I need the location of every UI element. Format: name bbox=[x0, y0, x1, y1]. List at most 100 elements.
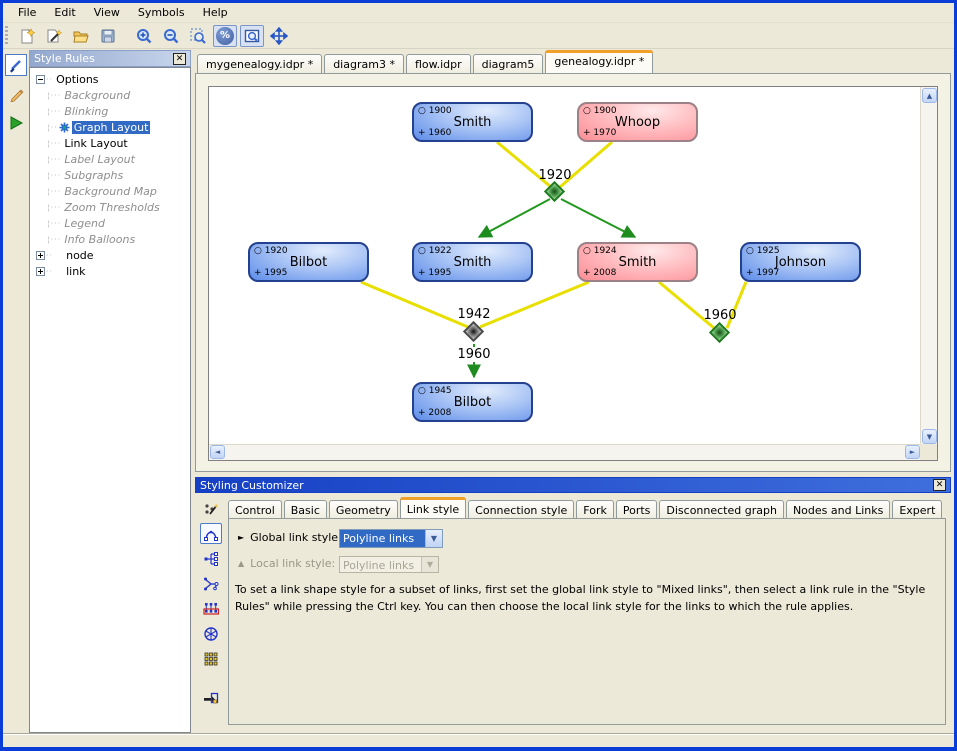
grid-layout-icon bbox=[203, 651, 219, 667]
style-mode-button[interactable] bbox=[5, 54, 27, 76]
person-node[interactable]: ○ 1920 Bilbot + 1995 bbox=[248, 242, 369, 282]
person-node[interactable]: ○ 1922 Smith + 1995 bbox=[412, 242, 533, 282]
style-rules-close-button[interactable]: ✕ bbox=[173, 53, 186, 65]
menu-edit[interactable]: Edit bbox=[45, 3, 84, 22]
person-node[interactable]: ○ 1924 Smith + 2008 bbox=[577, 242, 698, 282]
tree-label: Label Layout bbox=[62, 153, 137, 166]
tree-item-zoom-thresholds[interactable]: ¦···Zoom Thresholds bbox=[46, 199, 190, 215]
tab-flow[interactable]: flow.idpr bbox=[406, 54, 471, 73]
tree-item-label-layout[interactable]: ¦···Label Layout bbox=[46, 151, 190, 167]
scroll-down-button[interactable]: ▼ bbox=[922, 429, 937, 444]
tab-ports[interactable]: Ports bbox=[616, 500, 658, 518]
tab-diagram3[interactable]: diagram3 * bbox=[324, 54, 404, 73]
tab-connection-style[interactable]: Connection style bbox=[468, 500, 574, 518]
tree-item-node[interactable]: ··node bbox=[30, 247, 190, 263]
menu-symbols[interactable]: Symbols bbox=[129, 3, 194, 22]
menu-view[interactable]: View bbox=[85, 3, 129, 22]
application-window: File Edit View Symbols Help % bbox=[0, 0, 957, 751]
zoom-in-button[interactable] bbox=[132, 25, 156, 47]
zoom-area-button[interactable] bbox=[186, 25, 210, 47]
tab-link-style-active[interactable]: Link style bbox=[400, 497, 466, 518]
tree-item-background[interactable]: ¦···Background bbox=[46, 87, 190, 103]
circular-layout-button[interactable] bbox=[200, 623, 222, 644]
tab-expert[interactable]: Expert bbox=[892, 500, 942, 518]
expand-expander-icon[interactable] bbox=[36, 267, 45, 276]
tab-control[interactable]: Control bbox=[228, 500, 282, 518]
local-link-style-select: Polyline links ▼ bbox=[339, 556, 439, 573]
open-button[interactable] bbox=[69, 25, 93, 47]
branch-layout-button[interactable] bbox=[200, 573, 222, 594]
local-link-style-value: Polyline links bbox=[340, 557, 421, 572]
zoom-percent-button[interactable]: % bbox=[213, 25, 237, 47]
scroll-up-button[interactable]: ▲ bbox=[922, 88, 937, 103]
gear-icon bbox=[59, 122, 70, 133]
save-button[interactable] bbox=[96, 25, 120, 47]
tree-item-options[interactable]: ·· Options bbox=[30, 71, 190, 87]
birth-icon: ○ bbox=[418, 106, 426, 116]
bus-layout-button[interactable] bbox=[200, 598, 222, 619]
new-wizard-button[interactable] bbox=[42, 25, 66, 47]
customizer-close-button[interactable]: ✕ bbox=[933, 479, 946, 491]
person-node[interactable]: ○ 1945 Bilbot + 2008 bbox=[412, 382, 533, 422]
tab-nodes-and-links[interactable]: Nodes and Links bbox=[786, 500, 890, 518]
arc-layout-button[interactable] bbox=[200, 523, 222, 544]
menu-help[interactable]: Help bbox=[194, 3, 237, 22]
local-link-style-label: Local link style: bbox=[250, 557, 335, 570]
expand-expander-icon[interactable] bbox=[36, 251, 45, 260]
birth-icon: ○ bbox=[583, 106, 591, 116]
collapse-expander-icon[interactable] bbox=[36, 75, 45, 84]
death-icon: + bbox=[418, 128, 426, 138]
person-node[interactable]: ○ 1925 Johnson + 1997 bbox=[740, 242, 861, 282]
tree-item-info-balloons[interactable]: ¦···Info Balloons bbox=[46, 231, 190, 247]
global-link-style-select[interactable]: Polyline links ▼ bbox=[339, 529, 443, 548]
scroll-right-button[interactable]: ► bbox=[905, 445, 920, 459]
new-document-icon bbox=[18, 27, 36, 45]
link-style-help-text: To set a link shape style for a subset o… bbox=[235, 581, 941, 615]
pan-button[interactable] bbox=[267, 25, 291, 47]
tree-item-background-map[interactable]: ¦···Background Map bbox=[46, 183, 190, 199]
run-button[interactable] bbox=[5, 112, 27, 134]
drop-node-icon bbox=[203, 690, 219, 706]
birth-icon: ○ bbox=[418, 386, 426, 396]
tab-mygenealogy[interactable]: mygenealogy.idpr * bbox=[197, 54, 322, 73]
drop-node-button[interactable] bbox=[200, 687, 222, 708]
scroll-left-button[interactable]: ◄ bbox=[210, 445, 225, 459]
grid-layout-button[interactable] bbox=[200, 648, 222, 669]
tree-item-blinking[interactable]: ¦···Blinking bbox=[46, 103, 190, 119]
tab-genealogy-active[interactable]: genealogy.idpr * bbox=[545, 50, 653, 73]
menu-file[interactable]: File bbox=[9, 3, 45, 22]
vertical-scrollbar[interactable]: ▲ ▼ bbox=[920, 87, 937, 445]
tree-item-link-layout[interactable]: ¦···Link Layout bbox=[46, 135, 190, 151]
death-icon: + bbox=[418, 268, 426, 278]
tab-geometry[interactable]: Geometry bbox=[329, 500, 398, 518]
diagram-canvas[interactable]: ○ 1900 Smith + 1960 ○ 1900 Whoop + 1970 … bbox=[208, 86, 938, 461]
close-icon: ✕ bbox=[936, 480, 944, 490]
tree-item-link[interactable]: ··link bbox=[30, 263, 190, 279]
person-node[interactable]: ○ 1900 Whoop + 1970 bbox=[577, 102, 698, 142]
tab-disconnected-graph[interactable]: Disconnected graph bbox=[659, 500, 784, 518]
tab-diagram5[interactable]: diagram5 bbox=[473, 54, 544, 73]
birth-year: 1924 bbox=[594, 246, 617, 256]
person-node[interactable]: ○ 1900 Smith + 1960 bbox=[412, 102, 533, 142]
save-icon bbox=[99, 27, 117, 45]
zoom-out-button[interactable] bbox=[159, 25, 183, 47]
link-style-tab-panel: ► Global link style: Polyline links ▼ ▲ … bbox=[228, 518, 946, 725]
tree-layout-button[interactable] bbox=[200, 548, 222, 569]
tree-item-subgraphs[interactable]: ¦···Subgraphs bbox=[46, 167, 190, 183]
tree-item-legend[interactable]: ¦···Legend bbox=[46, 215, 190, 231]
overview-button[interactable] bbox=[240, 25, 264, 47]
layout-wand-button[interactable] bbox=[200, 498, 222, 519]
tab-basic[interactable]: Basic bbox=[284, 500, 327, 518]
new-wizard-icon bbox=[45, 27, 63, 45]
new-document-button[interactable] bbox=[15, 25, 39, 47]
edit-mode-button[interactable] bbox=[5, 83, 27, 105]
horizontal-scrollbar[interactable]: ◄ ► bbox=[209, 444, 921, 460]
tree-item-graph-layout[interactable]: ¦·· Graph Layout bbox=[46, 119, 190, 135]
chevron-left-icon: ◄ bbox=[215, 448, 220, 456]
expand-marker-icon[interactable]: ► bbox=[238, 533, 244, 542]
window-border-left bbox=[0, 0, 3, 751]
tab-fork[interactable]: Fork bbox=[576, 500, 614, 518]
combo-arrow-icon[interactable]: ▼ bbox=[425, 530, 442, 547]
toolbar-grip[interactable] bbox=[5, 26, 8, 46]
diagram-view[interactable]: ○ 1900 Smith + 1960 ○ 1900 Whoop + 1970 … bbox=[209, 87, 921, 445]
